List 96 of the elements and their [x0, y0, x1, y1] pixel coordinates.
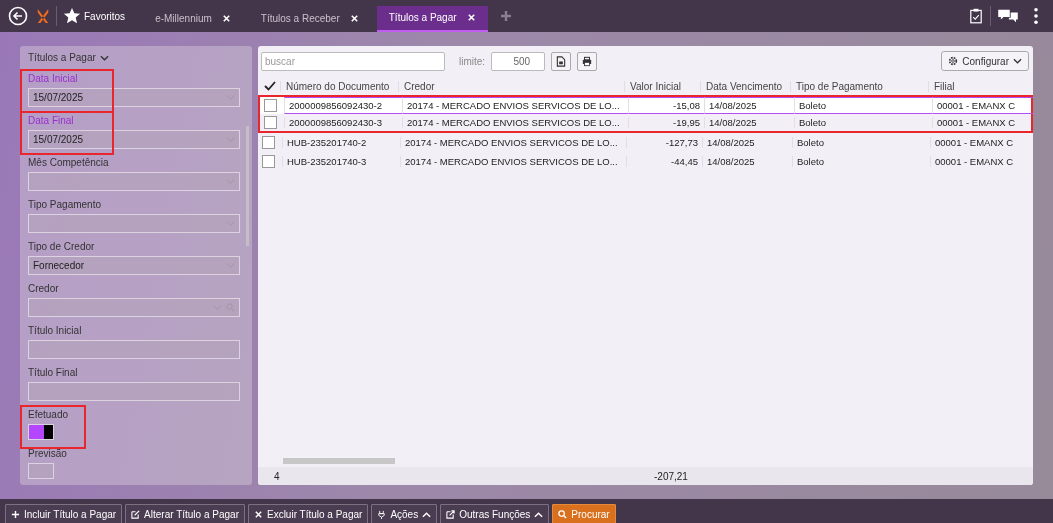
- printer-icon[interactable]: [582, 55, 593, 67]
- checkbox[interactable]: [262, 155, 275, 168]
- select-field[interactable]: [28, 214, 240, 233]
- table-cell: Boleto: [794, 117, 932, 128]
- table-cell: Boleto: [794, 97, 932, 114]
- column-header[interactable]: Filial: [928, 80, 1031, 92]
- checkbox[interactable]: [264, 116, 277, 129]
- star-icon[interactable]: [63, 7, 81, 25]
- add-tab-icon[interactable]: [499, 10, 512, 22]
- checkbox[interactable]: [262, 136, 275, 149]
- field-label: Título Inicial: [28, 325, 82, 336]
- toggle-switch[interactable]: [28, 463, 54, 479]
- select-field[interactable]: [28, 172, 240, 191]
- field-label: Previsão: [28, 448, 67, 459]
- action-button[interactable]: Outras Funções: [440, 504, 550, 523]
- table-cell: 14/08/2025: [702, 156, 792, 167]
- close-icon[interactable]: [349, 14, 359, 23]
- tab[interactable]: e-Millennium: [143, 5, 243, 32]
- table-cell: 20174 - MERCADO ENVIOS SERVICOS DE LO...: [402, 97, 628, 114]
- field-label: Efetuado: [28, 409, 69, 420]
- field-label: Mês Competência: [28, 157, 109, 168]
- selected-row[interactable]: 2000009856092430-2 20174 - MERCADO ENVIOS SERVICOS DE LO... -15,08 14/08/2025 Boleto 00001 - EMANX C: [258, 95, 1033, 114]
- external-icon[interactable]: [446, 510, 456, 519]
- table-cell: 00001 - EMANX C: [930, 137, 1033, 148]
- limit-field[interactable]: 500: [491, 51, 546, 71]
- field-label: Título Final: [28, 367, 78, 378]
- close-icon[interactable]: [253, 510, 263, 519]
- table-cell: 14/08/2025: [704, 117, 794, 128]
- table-row[interactable]: HUB-235201740-3 20174 - MERCADO ENVIOS SERVICOS DE LO... -44,45 14/08/2025 Boleto 00001 - EMANX C: [258, 152, 1033, 171]
- action-button[interactable]: Ações: [371, 504, 438, 523]
- field-label: Data Final: [28, 115, 74, 126]
- table-cell: HUB-235201740-2: [282, 137, 400, 148]
- chat-icon[interactable]: [997, 8, 1019, 24]
- input-field[interactable]: [28, 382, 240, 401]
- action-button[interactable]: Alterar Título a Pagar: [125, 504, 245, 523]
- table-cell: Boleto: [792, 137, 930, 148]
- more-icon[interactable]: [1033, 7, 1039, 25]
- search-icon[interactable]: [558, 510, 568, 519]
- chevron-down-icon[interactable]: [99, 54, 109, 61]
- table-cell: 00001 - EMANX C: [932, 117, 1033, 128]
- tab[interactable]: Títulos a Receber: [248, 5, 371, 32]
- table-cell: Boleto: [792, 156, 930, 167]
- total-value: -207,21: [654, 470, 688, 482]
- chevron-down-icon[interactable]: [1013, 58, 1022, 64]
- close-icon[interactable]: [221, 14, 231, 23]
- select-field[interactable]: 15/07/2025: [28, 88, 240, 107]
- table-cell: 2000009856092430-3: [284, 117, 402, 128]
- row-count: 4: [274, 470, 281, 482]
- field-label: Tipo Pagamento: [28, 199, 101, 210]
- checkbox[interactable]: [264, 99, 277, 112]
- table-cell: 14/08/2025: [702, 137, 792, 148]
- table-cell: 00001 - EMANX C: [932, 97, 1033, 114]
- tab[interactable]: Títulos a Pagar: [376, 5, 488, 32]
- table-cell: 00001 - EMANX C: [930, 156, 1033, 167]
- action-button[interactable]: Incluir Título a Pagar: [5, 504, 123, 523]
- table-cell: 20174 - MERCADO ENVIOS SERVICOS DE LO...: [400, 156, 626, 167]
- logo-icon: [36, 7, 50, 25]
- field-label: Credor: [28, 283, 59, 294]
- chevron-up-icon[interactable]: [534, 511, 544, 518]
- select-field[interactable]: Fornecedor: [28, 256, 240, 275]
- table-cell: -19,95: [628, 117, 704, 128]
- table-cell: -127,73: [626, 137, 702, 148]
- column-header[interactable]: Tipo de Pagamento: [790, 80, 928, 92]
- table-row[interactable]: HUB-235201740-2 20174 - MERCADO ENVIOS SERVICOS DE LO... -127,73 14/08/2025 Boleto 00001 - EMANX C: [258, 133, 1033, 152]
- favorites-link[interactable]: Favoritos: [84, 10, 126, 22]
- table-row[interactable]: 2000009856092430-3 20174 - MERCADO ENVIOS SERVICOS DE LO... -19,95 14/08/2025 Boleto 00001 - EMANX C: [258, 114, 1033, 133]
- table-cell: 20174 - MERCADO ENVIOS SERVICOS DE LO...: [400, 137, 626, 148]
- column-header[interactable]: Número do Documento: [280, 80, 398, 92]
- chevron-up-icon[interactable]: [422, 511, 432, 518]
- field-label: Data Inicial: [28, 73, 78, 84]
- table-cell: -15,08: [628, 97, 704, 114]
- clipboard-check-icon[interactable]: [968, 8, 984, 24]
- limit-label: limite:: [459, 55, 486, 67]
- table-cell: -44,45: [626, 156, 702, 167]
- column-header[interactable]: Valor Inicial: [624, 80, 700, 92]
- search-field[interactable]: buscar: [261, 51, 445, 71]
- table-cell: 2000009856092430-2: [284, 97, 402, 114]
- plus-icon[interactable]: [11, 510, 20, 519]
- column-header[interactable]: Data Vencimento: [700, 80, 790, 92]
- file-icon[interactable]: [556, 55, 567, 67]
- panel-title[interactable]: Títulos a Pagar: [28, 52, 96, 63]
- column-header[interactable]: Credor: [398, 80, 624, 92]
- plug-icon[interactable]: [377, 510, 387, 519]
- input-field[interactable]: [28, 340, 240, 359]
- table-cell: 20174 - MERCADO ENVIOS SERVICOS DE LO...: [402, 117, 628, 128]
- select-field[interactable]: 15/07/2025: [28, 130, 240, 149]
- table-cell: HUB-235201740-3: [282, 156, 400, 167]
- close-icon[interactable]: [466, 13, 476, 22]
- select-all-check-icon[interactable]: [264, 80, 276, 92]
- action-button[interactable]: Excluir Título a Pagar: [247, 504, 369, 523]
- edit-icon[interactable]: [131, 510, 141, 519]
- table-cell: 14/08/2025: [704, 97, 794, 114]
- back-icon[interactable]: [8, 6, 28, 26]
- toggle-switch[interactable]: [28, 424, 54, 440]
- field-label: Tipo de Credor: [28, 241, 95, 252]
- gear-icon[interactable]: [948, 56, 959, 66]
